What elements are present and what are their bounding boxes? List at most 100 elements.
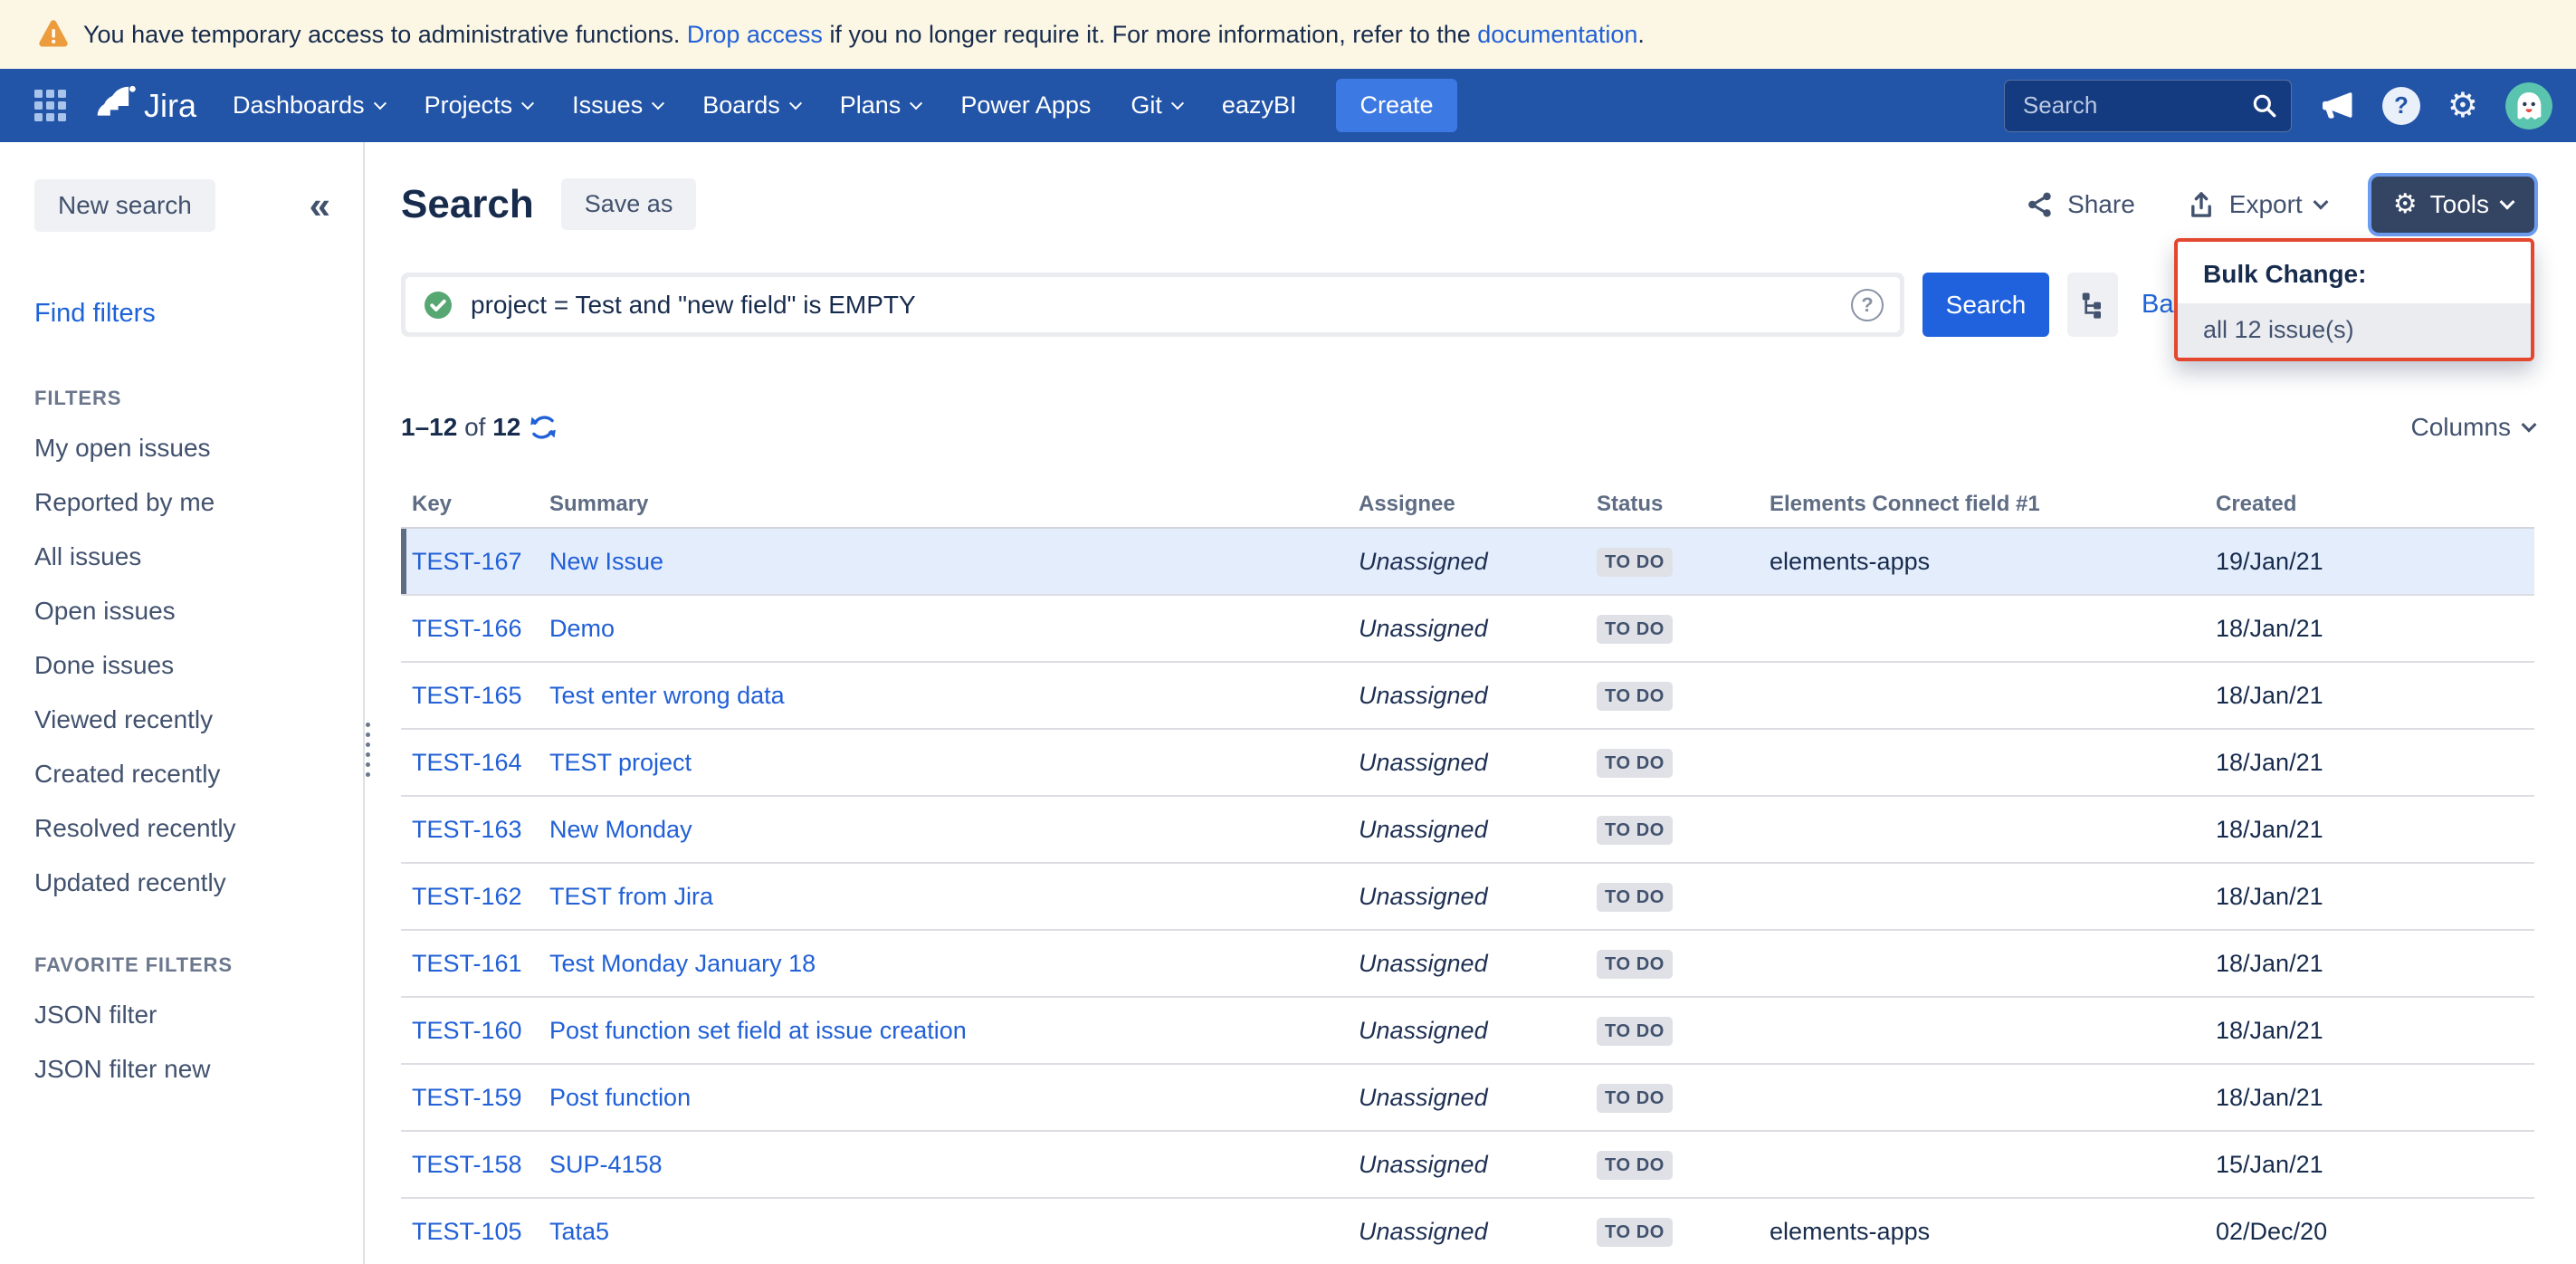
assignee-cell: Unassigned: [1359, 548, 1597, 576]
issue-summary-link[interactable]: SUP-4158: [549, 1151, 663, 1178]
search-button[interactable]: Search: [1922, 273, 2049, 337]
create-button[interactable]: Create: [1336, 79, 1456, 132]
global-search-input[interactable]: [2004, 80, 2292, 132]
created-cell: 19/Jan/21: [2216, 548, 2534, 576]
sidebar-filter-item[interactable]: Done issues: [34, 638, 363, 693]
chevron-down-icon: [2313, 194, 2328, 209]
assignee-cell: Unassigned: [1359, 950, 1597, 978]
issue-key-link[interactable]: TEST-164: [412, 749, 522, 776]
issue-key-link[interactable]: TEST-160: [412, 1017, 522, 1044]
sidebar-filter-item[interactable]: Updated recently: [34, 856, 363, 910]
status-badge: TO DO: [1597, 749, 1673, 778]
nav-menu-item[interactable]: Power Apps: [960, 91, 1091, 120]
table-row[interactable]: TEST-163 New Monday Unassigned TO DO 18/…: [401, 797, 2534, 864]
issue-summary-link[interactable]: Tata5: [549, 1218, 609, 1245]
sidebar-filter-item[interactable]: Viewed recently: [34, 693, 363, 747]
sidebar-filter-item[interactable]: My open issues: [34, 421, 363, 475]
nav-menu-item[interactable]: Dashboards: [233, 91, 385, 120]
table-row[interactable]: TEST-105 Tata5 Unassigned TO DO elements…: [401, 1199, 2534, 1264]
table-row[interactable]: TEST-159 Post function Unassigned TO DO …: [401, 1065, 2534, 1132]
app-switcher-icon[interactable]: [34, 90, 66, 121]
column-header-key[interactable]: Key: [401, 492, 549, 517]
sidebar-filter-item[interactable]: All issues: [34, 530, 363, 584]
column-header-assignee[interactable]: Assignee: [1359, 492, 1597, 517]
query-switcher-button[interactable]: [2067, 273, 2118, 337]
issue-key-link[interactable]: TEST-161: [412, 950, 522, 977]
status-cell: TO DO: [1597, 948, 1770, 979]
jira-logo[interactable]: Jira: [95, 85, 196, 127]
column-header-created[interactable]: Created: [2216, 492, 2534, 517]
issue-summary-link[interactable]: Post function: [549, 1084, 691, 1111]
table-row[interactable]: TEST-167 New Issue Unassigned TO DO elem…: [401, 529, 2534, 596]
sidebar-resize-handle[interactable]: [366, 723, 370, 777]
issue-key-link[interactable]: TEST-162: [412, 883, 522, 910]
issue-summary-link[interactable]: Demo: [549, 615, 615, 642]
tree-structure-icon: [2076, 289, 2109, 321]
issue-key-link[interactable]: TEST-158: [412, 1151, 522, 1178]
table-row[interactable]: TEST-165 Test enter wrong data Unassigne…: [401, 663, 2534, 730]
sidebar-filter-item[interactable]: Reported by me: [34, 475, 363, 530]
table-row[interactable]: TEST-158 SUP-4158 Unassigned TO DO 15/Ja…: [401, 1132, 2534, 1199]
share-label: Share: [2067, 190, 2135, 219]
settings-gear-icon[interactable]: ⚙: [2447, 89, 2478, 123]
tools-button[interactable]: ⚙ Tools: [2371, 177, 2534, 233]
jql-help-icon[interactable]: ?: [1851, 289, 1884, 321]
refresh-icon[interactable]: [528, 412, 558, 443]
save-as-button[interactable]: Save as: [561, 178, 697, 230]
table-row[interactable]: TEST-166 Demo Unassigned TO DO 18/Jan/21: [401, 596, 2534, 663]
sidebar-favorite-filter-item[interactable]: JSON filter new: [34, 1042, 363, 1096]
help-icon[interactable]: ?: [2382, 87, 2420, 125]
admin-access-banner: You have temporary access to administrat…: [0, 0, 2576, 69]
issue-key-link[interactable]: TEST-165: [412, 682, 522, 709]
issue-summary-link[interactable]: TEST project: [549, 749, 692, 776]
sidebar-filter-item[interactable]: Resolved recently: [34, 801, 363, 856]
issue-summary-link[interactable]: Test enter wrong data: [549, 682, 785, 709]
status-badge: TO DO: [1597, 1017, 1673, 1046]
user-avatar[interactable]: [2505, 82, 2552, 129]
nav-menu-item[interactable]: Projects: [425, 91, 533, 120]
nav-menu-item[interactable]: Issues: [572, 91, 663, 120]
column-header-summary[interactable]: Summary: [549, 492, 1359, 517]
issue-summary-link[interactable]: Test Monday January 18: [549, 950, 816, 977]
sidebar-filter-item[interactable]: Created recently: [34, 747, 363, 801]
documentation-link[interactable]: documentation: [1477, 21, 1637, 48]
nav-menu-item[interactable]: eazyBI: [1222, 91, 1297, 120]
status-badge: TO DO: [1597, 816, 1673, 845]
issue-key-link[interactable]: TEST-163: [412, 816, 522, 843]
issue-key-link[interactable]: TEST-105: [412, 1218, 522, 1245]
issue-key-link[interactable]: TEST-167: [412, 548, 522, 575]
sidebar-filter-item[interactable]: Open issues: [34, 584, 363, 638]
nav-menu-item[interactable]: Boards: [702, 91, 800, 120]
nav-menu-item[interactable]: Plans: [840, 91, 921, 120]
issue-summary-link[interactable]: New Issue: [549, 548, 663, 575]
table-row[interactable]: TEST-162 TEST from Jira Unassigned TO DO…: [401, 864, 2534, 931]
sidebar-favorite-filter-item[interactable]: JSON filter: [34, 988, 363, 1042]
nav-menu-item[interactable]: Git: [1131, 91, 1182, 120]
share-button[interactable]: Share: [2024, 189, 2135, 220]
assignee-cell: Unassigned: [1359, 749, 1597, 777]
table-row[interactable]: TEST-164 TEST project Unassigned TO DO 1…: [401, 730, 2534, 797]
issue-summary-link[interactable]: Post function set field at issue creatio…: [549, 1017, 967, 1044]
find-filters-link[interactable]: Find filters: [34, 299, 156, 329]
new-search-button[interactable]: New search: [34, 179, 215, 232]
column-header-status[interactable]: Status: [1597, 492, 1770, 517]
issue-key-link[interactable]: TEST-159: [412, 1084, 522, 1111]
nav-menu-item-label: Boards: [702, 91, 780, 120]
drop-access-link[interactable]: Drop access: [687, 21, 823, 48]
warning-icon: [36, 17, 71, 52]
table-row[interactable]: TEST-160 Post function set field at issu…: [401, 998, 2534, 1065]
feedback-megaphone-icon[interactable]: [2319, 88, 2355, 124]
export-button[interactable]: Export: [2186, 189, 2326, 220]
filters-sidebar: New search « Find filters FILTERS My ope…: [0, 142, 365, 1264]
columns-dropdown[interactable]: Columns: [2411, 413, 2534, 442]
valid-query-check-icon: [422, 289, 454, 321]
issue-key-link[interactable]: TEST-166: [412, 615, 522, 642]
table-row[interactable]: TEST-161 Test Monday January 18 Unassign…: [401, 931, 2534, 998]
jql-query-input[interactable]: [471, 291, 1851, 320]
column-header-elements-connect[interactable]: Elements Connect field #1: [1770, 492, 2216, 517]
filters-list: My open issuesReported by meAll issuesOp…: [34, 421, 363, 910]
collapse-sidebar-icon[interactable]: «: [310, 187, 330, 225]
issue-summary-link[interactable]: New Monday: [549, 816, 692, 843]
issue-summary-link[interactable]: TEST from Jira: [549, 883, 713, 910]
bulk-change-all-issues-item[interactable]: all 12 issue(s): [2178, 303, 2531, 358]
